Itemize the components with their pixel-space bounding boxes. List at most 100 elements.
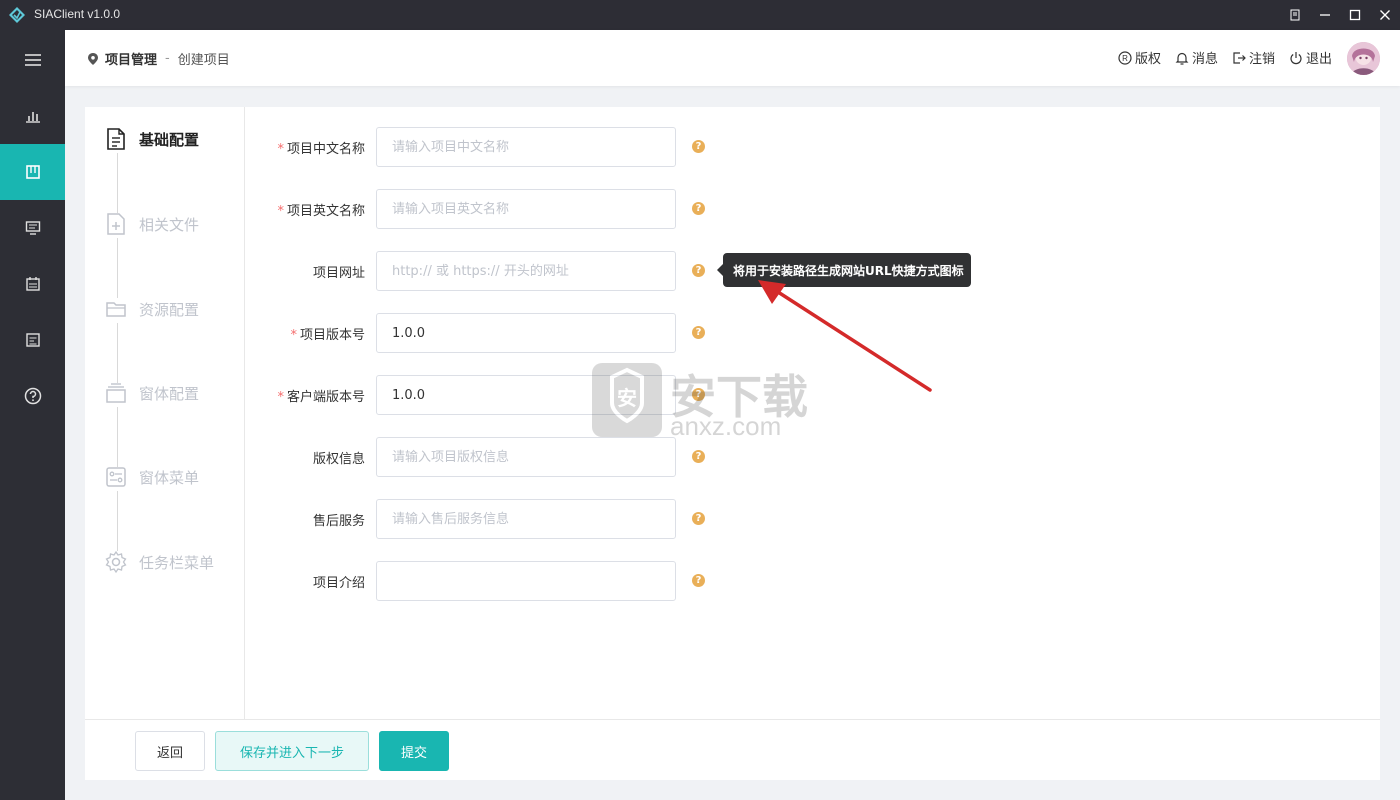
help-icon[interactable]: ?: [692, 264, 705, 277]
step-label: 资源配置: [139, 300, 200, 319]
bell-icon: [1175, 52, 1189, 65]
form-footer: 返回 保存并进入下一步 提交: [85, 719, 1380, 780]
step-related-files[interactable]: 相关文件: [105, 212, 199, 236]
power-icon: [1290, 51, 1302, 64]
step-label: 相关文件: [139, 215, 200, 234]
menu-settings-icon: [106, 467, 126, 487]
project-version-input[interactable]: [376, 313, 676, 353]
required-mark: *: [277, 142, 284, 157]
form-row-copyright: 版权信息 ?: [245, 437, 945, 477]
svg-text:安: 安: [617, 386, 637, 410]
logout-label: 注销: [1248, 52, 1275, 67]
monitor-icon: [25, 221, 40, 235]
exit-button[interactable]: 退出: [1289, 48, 1332, 67]
calendar-icon: [25, 277, 40, 291]
app-logo-icon: [9, 7, 25, 23]
field-label: * 项目中文名称: [277, 138, 365, 157]
step-connector: [117, 491, 118, 551]
messages-button[interactable]: 消息: [1175, 48, 1218, 67]
sidebar-item-project[interactable]: [0, 144, 65, 200]
field-label-text: 项目英文名称: [286, 204, 365, 219]
window-icon: [106, 383, 126, 403]
copyright-icon: R: [1118, 50, 1132, 65]
annotation-arrow-icon: [758, 280, 932, 392]
gear-icon: [105, 550, 127, 574]
project-en-name-input[interactable]: [376, 189, 676, 229]
step-label: 任务栏菜单: [139, 553, 215, 572]
step-label: 基础配置: [139, 130, 200, 149]
step-window-config[interactable]: 窗体配置: [105, 381, 199, 405]
field-label: 售后服务: [313, 510, 365, 529]
sidebar-item-statistics[interactable]: [0, 88, 65, 144]
form-row-en-name: *项目英文名称 ?: [245, 189, 945, 229]
breadcrumb: 项目管理 - 创建项目: [87, 49, 230, 68]
project-url-input[interactable]: [376, 251, 676, 291]
sidebar-item-monitor[interactable]: [0, 200, 65, 256]
sidebar-item-help[interactable]: [0, 368, 65, 424]
help-icon[interactable]: ?: [692, 202, 705, 215]
document-icon: [107, 128, 125, 150]
submit-button[interactable]: 提交: [379, 731, 449, 771]
left-sidebar: [0, 30, 65, 800]
field-label-text: 项目版本号: [299, 328, 365, 343]
avatar[interactable]: [1347, 42, 1380, 75]
maximize-button[interactable]: [1340, 0, 1370, 30]
pin-icon[interactable]: [1280, 0, 1310, 30]
project-icon: [25, 165, 40, 179]
header-actions: R 版权 消息 注销 退出: [1118, 48, 1332, 67]
create-project-card: 基础配置 相关文件 资源配置 窗体配置 窗体菜单 任务栏菜单 *项目中文名称 ?: [85, 107, 1380, 780]
save-next-button[interactable]: 保存并进入下一步: [215, 731, 369, 771]
field-label-text: 项目中文名称: [286, 142, 365, 157]
field-label-text: 项目介绍: [312, 576, 365, 591]
step-basic-config[interactable]: 基础配置: [105, 127, 199, 151]
sidebar-item-documents[interactable]: [0, 312, 65, 368]
window-titlebar: SIAClient v1.0.0: [0, 0, 1400, 30]
help-circle-icon: [24, 387, 41, 405]
step-label: 窗体菜单: [139, 468, 200, 487]
messages-label: 消息: [1191, 52, 1218, 67]
help-icon[interactable]: ?: [692, 140, 705, 153]
back-button[interactable]: 返回: [135, 731, 205, 771]
step-resource-config[interactable]: 资源配置: [105, 297, 199, 321]
breadcrumb-current: 创建项目: [177, 53, 230, 68]
close-button[interactable]: [1370, 0, 1400, 30]
exit-label: 退出: [1305, 52, 1332, 67]
breadcrumb-primary[interactable]: 项目管理: [105, 49, 157, 68]
copyright-info-input[interactable]: [376, 437, 676, 477]
project-cn-name-input[interactable]: [376, 127, 676, 167]
after-sales-input[interactable]: [376, 499, 676, 539]
required-mark: *: [290, 328, 297, 343]
minimize-button[interactable]: [1310, 0, 1340, 30]
field-label: * 项目英文名称: [277, 200, 365, 219]
document-icon: [25, 333, 40, 347]
project-intro-input[interactable]: [376, 561, 676, 601]
maximize-icon: [1349, 9, 1361, 21]
window-title: SIAClient v1.0.0: [34, 7, 121, 21]
help-icon[interactable]: ?: [692, 574, 705, 587]
step-taskbar-menu[interactable]: 任务栏菜单: [105, 550, 214, 574]
step-label: 窗体配置: [139, 384, 200, 403]
bar-chart-icon: [25, 112, 40, 123]
field-label: * 客户端版本号: [277, 386, 365, 405]
sidebar-item-calendar[interactable]: [0, 256, 65, 312]
step-connector: [117, 407, 118, 467]
location-pin-icon: [88, 52, 98, 65]
copyright-button[interactable]: R 版权: [1118, 48, 1161, 67]
steps-panel: 基础配置 相关文件 资源配置 窗体配置 窗体菜单 任务栏菜单: [85, 107, 245, 719]
field-label: * 项目版本号: [290, 324, 365, 343]
sidebar-toggle-button[interactable]: [0, 32, 65, 88]
minimize-icon: [1320, 14, 1330, 16]
help-icon[interactable]: ?: [692, 326, 705, 339]
logout-icon: [1233, 51, 1246, 64]
step-window-menu[interactable]: 窗体菜单: [105, 465, 199, 489]
step-connector: [117, 238, 118, 298]
required-mark: *: [277, 390, 284, 405]
step-connector: [117, 153, 118, 213]
help-icon[interactable]: ?: [692, 512, 705, 525]
svg-text:R: R: [1122, 54, 1128, 63]
step-connector: [117, 323, 118, 383]
field-label-text: 项目网址: [312, 266, 365, 281]
logout-button[interactable]: 注销: [1232, 48, 1275, 67]
form-row-after-sales: 售后服务 ?: [245, 499, 945, 539]
help-icon[interactable]: ?: [692, 450, 705, 463]
